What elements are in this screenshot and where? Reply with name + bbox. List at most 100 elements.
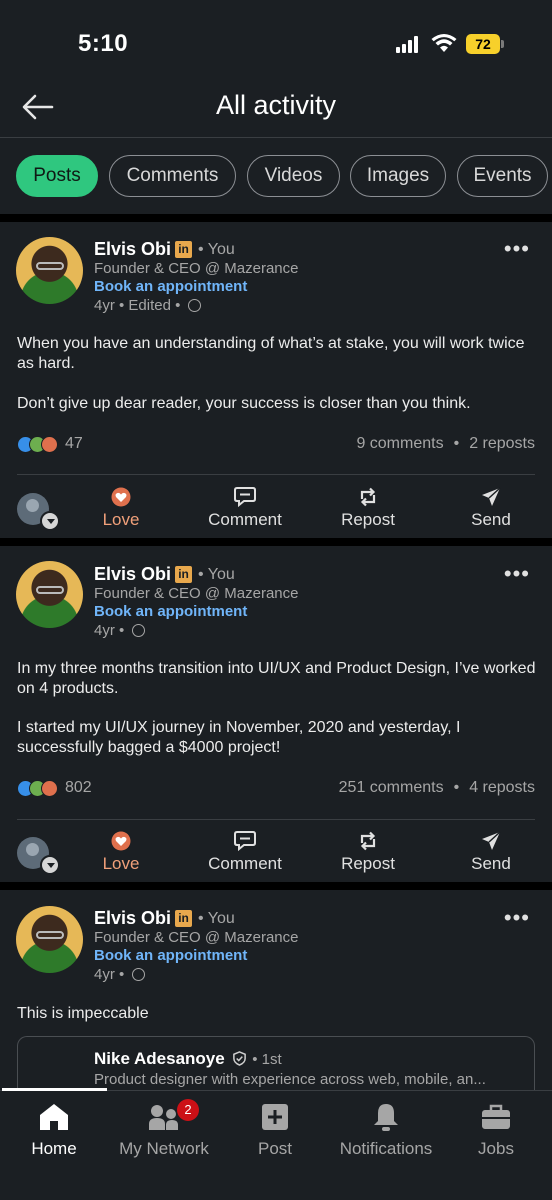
linkedin-badge-icon: in [175, 241, 193, 258]
repost-button[interactable]: Repost [313, 830, 423, 874]
avatar[interactable] [16, 561, 83, 628]
divider [17, 474, 535, 475]
quoted-author-headline: Product designer with experience across … [94, 1071, 486, 1088]
post-card: Elvis Obi in • You Founder & CEO @ Mazer… [0, 890, 552, 1096]
love-button[interactable]: Love [66, 830, 176, 874]
bell-icon [374, 1104, 398, 1131]
linkedin-badge-icon: in [175, 910, 193, 927]
nav-post[interactable]: Post [240, 1099, 310, 1159]
author-headline: Founder & CEO @ Mazerance [94, 929, 299, 946]
book-appointment-link[interactable]: Book an appointment [94, 603, 247, 620]
post-meta: 4yr • [94, 622, 146, 639]
active-tab-indicator [2, 1088, 107, 1091]
comment-count: 251 comments [338, 779, 444, 796]
more-options-button[interactable]: ••• [504, 563, 530, 585]
battery-icon: 72 [466, 34, 504, 54]
globe-icon [132, 968, 146, 981]
more-options-button[interactable]: ••• [504, 907, 530, 929]
author-headline: Founder & CEO @ Mazerance [94, 260, 299, 277]
repost-count: 4 reposts [469, 779, 535, 796]
nav-home[interactable]: Home [16, 1099, 92, 1159]
comment-count: 9 comments [356, 435, 444, 452]
comment-icon [234, 831, 256, 852]
home-icon [40, 1104, 68, 1130]
section-divider [0, 882, 552, 890]
post-text: I started my UI/UX journey in November, … [17, 719, 461, 756]
love-icon [111, 831, 131, 851]
reaction-count: 802 [65, 779, 92, 796]
post-stats[interactable]: 251 comments • 4 reposts [339, 779, 535, 797]
post-author[interactable]: Elvis Obi in • You [94, 239, 235, 260]
section-divider [0, 538, 552, 546]
nav-network-label: My Network [119, 1139, 209, 1158]
tab-videos[interactable]: Videos [247, 155, 340, 197]
comment-button[interactable]: Comment [190, 486, 300, 530]
status-time: 5:10 [78, 30, 129, 57]
app-header: All activity [0, 80, 552, 138]
globe-icon [132, 624, 146, 637]
more-options-button[interactable]: ••• [504, 238, 530, 260]
repost-icon [360, 487, 376, 507]
avatar[interactable] [16, 237, 83, 304]
repost-label: Repost [341, 510, 395, 529]
you-label: • You [198, 565, 235, 583]
post-author[interactable]: Elvis Obi in • You [94, 564, 235, 585]
reactions-summary[interactable]: 47 [17, 435, 83, 453]
reactions-summary[interactable]: 802 [17, 779, 92, 797]
briefcase-icon [482, 1104, 510, 1129]
reaction-count: 47 [65, 435, 83, 452]
post-text: In my three months transition into UI/UX… [17, 660, 536, 697]
repost-label: Repost [341, 854, 395, 873]
notification-badge: 2 [177, 1099, 199, 1121]
filter-tabs: Posts Comments Videos Images Events [0, 138, 552, 216]
love-button[interactable]: Love [66, 486, 176, 530]
divider [17, 819, 535, 820]
comment-button[interactable]: Comment [190, 830, 300, 874]
nav-jobs[interactable]: Jobs [466, 1099, 526, 1159]
bottom-navigation: Home My Network 2 Post Notifications Job… [0, 1088, 552, 1200]
nav-jobs-label: Jobs [478, 1139, 514, 1158]
section-divider [0, 214, 552, 222]
author-name: Elvis Obi [94, 239, 172, 259]
nav-my-network[interactable]: My Network 2 [112, 1099, 216, 1159]
repost-button[interactable]: Repost [313, 486, 423, 530]
tab-events[interactable]: Events [457, 155, 548, 197]
quoted-post-card[interactable]: Nike Adesanoye • 1st Product designer wi… [17, 1036, 535, 1096]
book-appointment-link[interactable]: Book an appointment [94, 947, 247, 964]
you-label: • You [198, 240, 235, 258]
love-reaction-icon [41, 435, 58, 453]
comment-label: Comment [208, 854, 282, 873]
nav-notifications[interactable]: Notifications [334, 1099, 438, 1159]
love-label: Love [102, 854, 140, 873]
send-button[interactable]: Send [436, 486, 546, 530]
add-post-icon [262, 1104, 288, 1130]
quoted-author: Nike Adesanoye • 1st [94, 1049, 282, 1068]
tab-posts[interactable]: Posts [16, 155, 98, 197]
verified-shield-icon [233, 1051, 247, 1066]
signal-icon [396, 35, 422, 53]
tab-comments[interactable]: Comments [109, 155, 236, 197]
author-name: Elvis Obi [94, 908, 172, 928]
book-appointment-link[interactable]: Book an appointment [94, 278, 247, 295]
post-actions: Love Comment Repost Send [0, 478, 552, 538]
send-label: Send [471, 510, 511, 529]
post-text: Don’t give up dear reader, your success … [17, 395, 471, 412]
repost-count: 2 reposts [469, 435, 535, 452]
actor-switch-icon[interactable] [40, 855, 60, 875]
send-button[interactable]: Send [436, 830, 546, 874]
wifi-icon [431, 34, 457, 52]
actor-switch-icon[interactable] [40, 511, 60, 531]
nav-notifications-label: Notifications [339, 1139, 433, 1158]
post-stats[interactable]: 9 comments • 2 reposts [356, 435, 535, 453]
send-label: Send [471, 854, 511, 873]
avatar[interactable] [16, 906, 83, 973]
post-author[interactable]: Elvis Obi in • You [94, 908, 235, 929]
globe-icon [188, 299, 202, 312]
tab-images[interactable]: Images [350, 155, 446, 197]
connection-degree: • 1st [252, 1051, 282, 1068]
battery-level: 72 [466, 34, 500, 54]
nav-home-label: Home [31, 1139, 77, 1158]
love-label: Love [102, 510, 140, 529]
status-bar: 5:10 72 [0, 0, 552, 80]
you-label: • You [198, 909, 235, 927]
